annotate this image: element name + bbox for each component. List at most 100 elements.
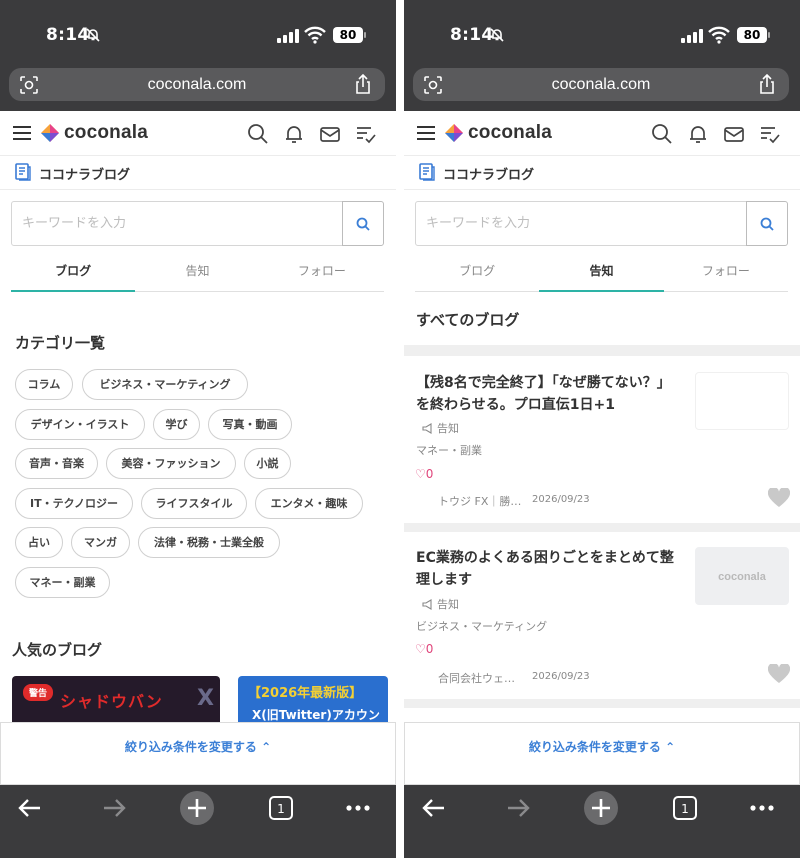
filter-bar[interactable]: 絞り込み条件を変更する ⌃ xyxy=(0,722,396,785)
like-count-value: 0 xyxy=(425,467,434,481)
like-count[interactable]: ♡0 xyxy=(415,642,433,656)
bell-slash-icon xyxy=(490,28,504,42)
tab-blog[interactable]: ブログ xyxy=(11,254,136,292)
tab-notice[interactable]: 告知 xyxy=(135,254,259,291)
like-count[interactable]: ♡0 xyxy=(415,467,433,481)
browser-top-bar: 8:14 80 coconala.com xyxy=(404,0,800,111)
search-field[interactable] xyxy=(415,201,747,246)
article-card[interactable]: 【残8名で完全終了】「なぜ勝てない？」を終わらせる。プロ直伝1日+1 告知 マネ… xyxy=(404,356,800,523)
article-thumbnail[interactable] xyxy=(695,372,789,430)
category-chip[interactable]: 音声・音楽 xyxy=(15,448,98,479)
new-tab-plus-icon[interactable] xyxy=(584,791,618,825)
tab-switcher-icon[interactable]: 1 xyxy=(264,791,298,825)
category-chip[interactable]: 小説 xyxy=(244,448,291,479)
search-button[interactable] xyxy=(746,201,788,246)
back-arrow-icon[interactable] xyxy=(417,791,451,825)
article-title[interactable]: EC業務のよくある困りごとをまとめて整理します xyxy=(416,547,682,591)
blog-tabs: ブログ 告知 フォロー xyxy=(415,254,788,292)
category-chip[interactable]: コラム xyxy=(15,369,73,400)
status-time: 8:14 xyxy=(450,25,494,45)
article-title[interactable]: 【残8名で完全終了】「なぜ勝てない？」を終わらせる。プロ直伝1日+1 xyxy=(416,372,682,416)
tab-switcher-icon[interactable]: 1 xyxy=(668,791,702,825)
blog-tabs: ブログ 告知 フォロー xyxy=(11,254,384,292)
search-field[interactable] xyxy=(11,201,343,246)
logo-text: coconala xyxy=(64,122,148,143)
signal-icon xyxy=(277,29,299,43)
url-text[interactable]: coconala.com xyxy=(9,68,385,101)
more-options-icon[interactable] xyxy=(745,791,779,825)
search-input[interactable] xyxy=(12,202,342,245)
notification-bell-icon[interactable] xyxy=(687,123,709,145)
x-logo-mark: X xyxy=(197,686,214,711)
tab-blog[interactable]: ブログ xyxy=(415,254,539,291)
forward-arrow-icon[interactable] xyxy=(501,791,535,825)
search-icon[interactable] xyxy=(651,123,673,145)
logo-text: coconala xyxy=(468,122,552,143)
category-chip[interactable]: デザイン・イラスト xyxy=(15,409,145,440)
url-text[interactable]: coconala.com xyxy=(413,68,789,101)
new-tab-plus-icon[interactable] xyxy=(180,791,214,825)
category-chip[interactable]: 占い xyxy=(15,527,63,558)
task-list-icon[interactable] xyxy=(355,123,377,145)
tab-follow[interactable]: フォロー xyxy=(664,254,788,291)
megaphone-icon xyxy=(422,598,432,610)
left-screen: 8:14 80 coconala.com coconala ココナラブログ ブロ… xyxy=(0,0,396,858)
share-icon[interactable] xyxy=(353,74,373,95)
hamburger-menu-icon[interactable] xyxy=(13,126,31,140)
address-bar[interactable]: coconala.com xyxy=(413,68,789,101)
coconala-logo[interactable]: coconala xyxy=(444,121,552,145)
coconala-logo[interactable]: coconala xyxy=(40,121,148,145)
search-icon xyxy=(356,217,370,231)
category-chip[interactable]: エンタメ・趣味 xyxy=(255,488,363,519)
article-category[interactable]: マネー・副業 xyxy=(416,442,482,458)
category-chip[interactable]: ライフスタイル xyxy=(141,488,247,519)
category-chip[interactable]: 学び xyxy=(153,409,200,440)
article-author[interactable]: トウジ FX｜勝… xyxy=(438,493,521,509)
search-icon[interactable] xyxy=(247,123,269,145)
search-input[interactable] xyxy=(416,202,746,245)
signal-icon xyxy=(681,29,703,43)
category-chip[interactable]: 法律・税務・士業全般 xyxy=(138,527,280,558)
category-chip[interactable]: IT・テクノロジー xyxy=(15,488,133,519)
back-arrow-icon[interactable] xyxy=(13,791,47,825)
category-chip[interactable]: マンガ xyxy=(71,527,130,558)
search-icon xyxy=(760,217,774,231)
category-chip[interactable]: ビジネス・マーケティング xyxy=(82,369,248,400)
search-button[interactable] xyxy=(342,201,384,246)
article-date: 2026/09/23 xyxy=(532,671,590,682)
blog-title[interactable]: ココナラブログ xyxy=(443,164,534,183)
tab-follow[interactable]: フォロー xyxy=(260,254,384,291)
message-mail-icon[interactable] xyxy=(319,123,341,145)
message-mail-icon[interactable] xyxy=(723,123,745,145)
heart-icon[interactable] xyxy=(768,664,790,684)
article-author[interactable]: 合同会社ウェ… xyxy=(438,670,515,686)
browser-top-bar: 8:14 80 coconala.com xyxy=(0,0,396,111)
tab-notice[interactable]: 告知 xyxy=(539,254,664,292)
more-options-icon[interactable] xyxy=(341,791,375,825)
article-card[interactable]: EC業務のよくある困りごとをまとめて整理します 告知 ビジネス・マーケティング … xyxy=(404,532,800,699)
category-chip[interactable]: 写真・動画 xyxy=(208,409,292,440)
battery-indicator: 80 xyxy=(333,27,363,43)
notice-label: 告知 xyxy=(422,420,459,436)
bell-slash-icon xyxy=(86,28,100,42)
share-icon[interactable] xyxy=(757,74,777,95)
blog-title[interactable]: ココナラブログ xyxy=(39,164,130,183)
category-chip[interactable]: マネー・副業 xyxy=(15,567,110,598)
task-list-icon[interactable] xyxy=(759,123,781,145)
browser-bottom-toolbar: 1 xyxy=(0,785,396,858)
filter-change-button[interactable]: 絞り込み条件を変更する ⌃ xyxy=(1,723,395,771)
category-chip[interactable]: 美容・ファッション xyxy=(106,448,236,479)
article-date: 2026/09/23 xyxy=(532,494,590,505)
address-bar[interactable]: coconala.com xyxy=(9,68,385,101)
filter-bar[interactable]: 絞り込み条件を変更する ⌃ xyxy=(404,722,800,785)
chevron-up-icon: ⌃ xyxy=(665,740,676,754)
heart-icon[interactable] xyxy=(768,488,790,508)
notification-bell-icon[interactable] xyxy=(283,123,305,145)
hamburger-menu-icon[interactable] xyxy=(417,126,435,140)
warning-badge: 警告 xyxy=(23,684,54,701)
forward-arrow-icon[interactable] xyxy=(97,791,131,825)
article-category[interactable]: ビジネス・マーケティング xyxy=(416,618,547,634)
svg-text:1: 1 xyxy=(277,802,285,816)
article-thumbnail[interactable]: coconala xyxy=(695,547,789,605)
filter-change-button[interactable]: 絞り込み条件を変更する ⌃ xyxy=(405,723,799,771)
